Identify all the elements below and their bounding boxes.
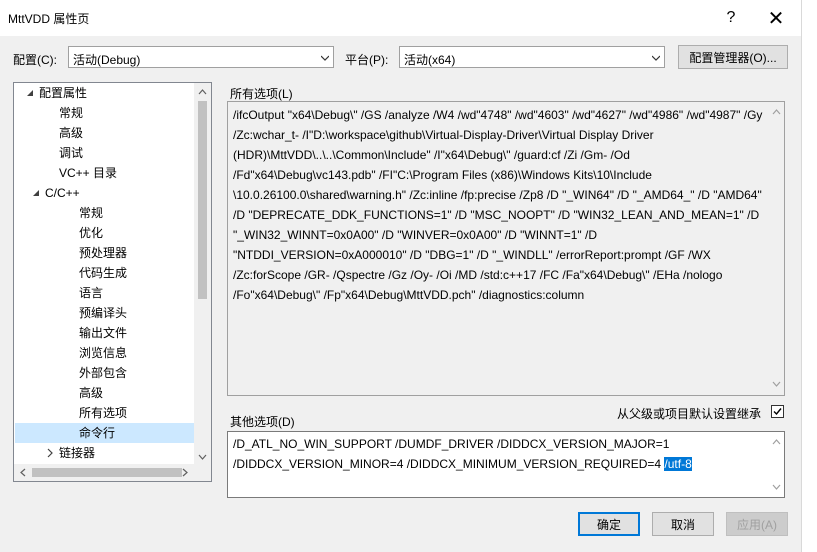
tree-item[interactable]: 所有选项 (15, 403, 195, 423)
selected-option-text: /utf-8 (664, 457, 692, 471)
expanded-arrow-icon[interactable] (31, 188, 41, 198)
tree-item[interactable]: 预编译头 (15, 303, 195, 323)
scroll-down-icon[interactable] (772, 483, 781, 491)
other-options-scrollbar[interactable] (769, 432, 784, 497)
tree-item[interactable]: 高级 (15, 123, 195, 143)
apply-button[interactable]: 应用(A) (726, 512, 788, 536)
scroll-up-icon[interactable] (772, 108, 781, 116)
chevron-down-icon (652, 55, 660, 61)
inherit-checkbox[interactable] (771, 405, 784, 418)
ok-button[interactable]: 确定 (578, 512, 640, 536)
config-value: 活动(Debug) (73, 53, 141, 67)
tree-item-label: 常规 (59, 106, 84, 120)
tree-item[interactable]: 语言 (15, 283, 195, 303)
platform-value: 活动(x64) (404, 53, 456, 67)
tree-item-label: 常规 (79, 206, 104, 220)
tree-hscroll-thumb[interactable] (32, 468, 182, 477)
tree-item[interactable]: 输出文件 (15, 323, 195, 343)
tree-item-label: 优化 (79, 226, 104, 240)
window-title: MttVDD 属性页 (8, 12, 90, 26)
tree-item-label: C/C++ (45, 186, 80, 200)
tree-item-label: 代码生成 (79, 266, 128, 280)
tree-item-label: 高级 (79, 386, 104, 400)
tree-item-label: 语言 (79, 286, 104, 300)
other-options-label: 其他选项(D) (230, 415, 295, 429)
tree-item[interactable]: 常规 (15, 103, 195, 123)
scroll-up-icon[interactable] (198, 88, 207, 96)
inherit-label: 从父级或项目默认设置继承 (617, 407, 762, 421)
tree-item-label: 外部包含 (79, 366, 128, 380)
tree-item-label: 链接器 (59, 446, 96, 460)
all-options-label: 所有选项(L) (230, 87, 293, 101)
scroll-right-icon[interactable] (181, 468, 189, 477)
tree-item[interactable]: 常规 (15, 203, 195, 223)
tree-item[interactable]: 调试 (15, 143, 195, 163)
platform-label: 平台(P): (345, 53, 389, 67)
tree-item[interactable]: 浏览信息 (15, 343, 195, 363)
tree-item-label: 浏览信息 (79, 346, 128, 360)
tree-item[interactable]: VC++ 目录 (15, 163, 195, 183)
tree-scroll-thumb[interactable] (198, 101, 207, 299)
tree-vertical-scrollbar[interactable] (194, 83, 211, 465)
tree-item-label: 调试 (59, 146, 84, 160)
tree-item-label: 配置属性 (39, 86, 88, 100)
scroll-down-icon[interactable] (772, 380, 781, 388)
tree-item[interactable]: 命令行 (15, 423, 195, 443)
background-window-edge (801, 0, 817, 552)
cancel-button[interactable]: 取消 (652, 512, 714, 536)
tree-item-label: VC++ 目录 (59, 166, 118, 180)
config-label: 配置(C): (13, 53, 57, 67)
other-options-content[interactable]: /D_ATL_NO_WIN_SUPPORT /DUMDF_DRIVER /DID… (233, 434, 768, 474)
tree-item[interactable]: C/C++ (15, 183, 195, 203)
platform-select[interactable]: 活动(x64) (399, 46, 665, 68)
expanded-arrow-icon[interactable] (25, 88, 35, 98)
all-options-textbox[interactable]: /ifcOutput "x64\Debug\" /GS /analyze /W4… (227, 101, 785, 396)
tree-item[interactable]: 外部包含 (15, 363, 195, 383)
tree-item[interactable]: 配置属性 (15, 83, 195, 103)
scroll-up-icon[interactable] (772, 438, 781, 446)
config-select[interactable]: 活动(Debug) (68, 46, 334, 68)
tree-item[interactable]: 优化 (15, 223, 195, 243)
tree-item-label: 高级 (59, 126, 84, 140)
all-options-text[interactable]: /ifcOutput "x64\Debug\" /GS /analyze /W4… (233, 105, 768, 305)
tree-item[interactable]: 链接器 (15, 443, 195, 463)
all-options-scrollbar[interactable] (769, 102, 784, 395)
collapsed-arrow-icon[interactable] (45, 448, 55, 458)
checkmark-icon (773, 408, 782, 416)
tree-item[interactable]: 高级 (15, 383, 195, 403)
property-tree[interactable]: 配置属性 常规 高级 调试 VC++ 目录 C/C++ 常规 优化 预处理器 代码生成 语言 预编译头… (13, 82, 212, 482)
close-button[interactable]: ✕ (753, 3, 799, 33)
other-options-textbox[interactable]: /D_ATL_NO_WIN_SUPPORT /DUMDF_DRIVER /DID… (227, 431, 785, 498)
scroll-down-icon[interactable] (198, 453, 207, 461)
tree-item[interactable]: 代码生成 (15, 263, 195, 283)
tree-item-label: 输出文件 (79, 326, 128, 340)
tree-item-label: 预编译头 (79, 306, 128, 320)
scroll-left-icon[interactable] (19, 468, 27, 477)
config-manager-button[interactable]: 配置管理器(O)... (678, 45, 788, 69)
other-options-text: /D_ATL_NO_WIN_SUPPORT /DUMDF_DRIVER /DID… (233, 437, 673, 471)
tree-item-label: 命令行 (79, 426, 116, 440)
title-bar: MttVDD 属性页 ? ✕ (0, 0, 801, 36)
help-button[interactable]: ? (708, 3, 754, 33)
tree-item-label: 所有选项 (79, 406, 128, 420)
tree-item-label: 预处理器 (79, 246, 128, 260)
chevron-down-icon (321, 55, 329, 61)
tree-item[interactable]: 预处理器 (15, 243, 195, 263)
tree-horizontal-scrollbar[interactable] (14, 464, 211, 481)
